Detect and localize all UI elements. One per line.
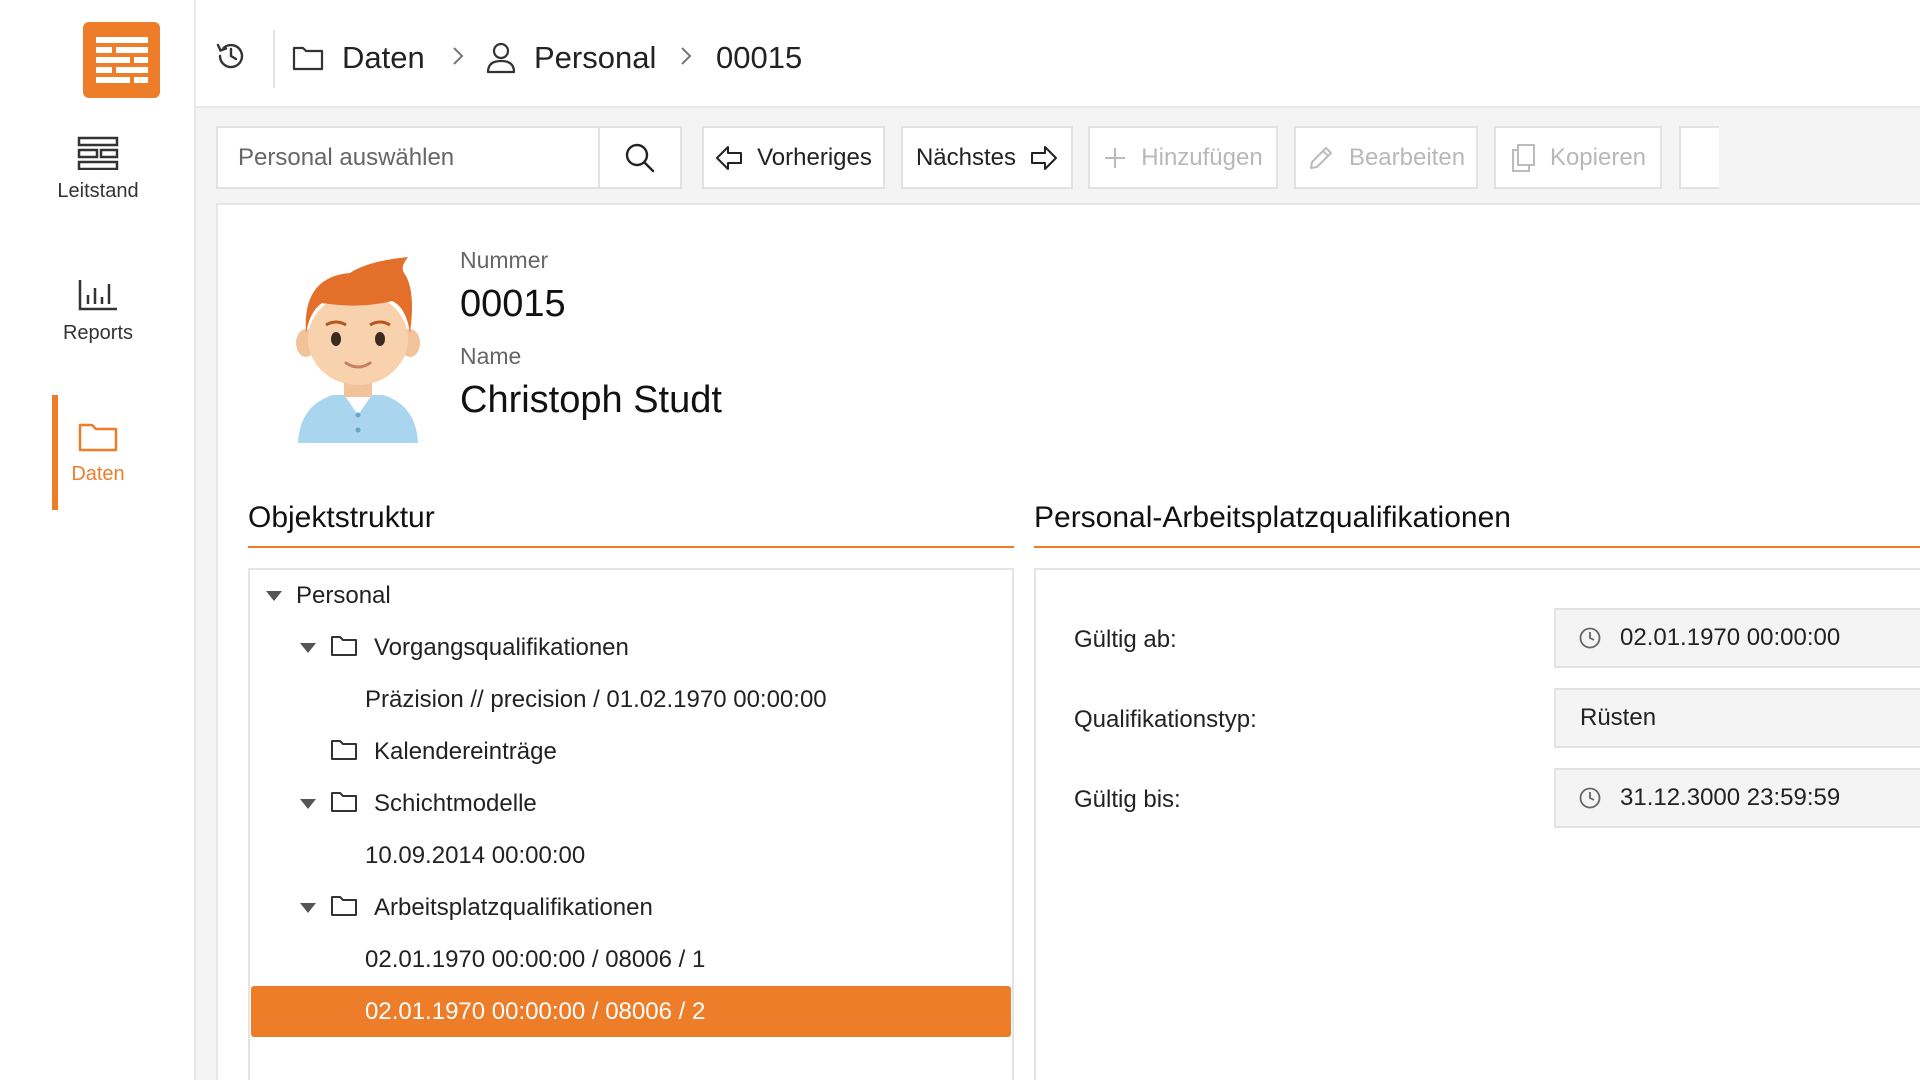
bar-chart-icon: [78, 280, 117, 311]
copy-label: Kopieren: [1549, 143, 1647, 171]
tree-node-praezision[interactable]: Präzision // precision / 01.02.1970 00:0…: [250, 674, 1012, 725]
tree-node-kalendereintraege[interactable]: Kalendereinträge: [250, 726, 1012, 777]
tree-node-label: 02.01.1970 00:00:00 / 08006 / 1: [365, 945, 706, 973]
copy-icon: [1511, 143, 1535, 172]
app-logo[interactable]: [83, 22, 160, 98]
chevron-right-icon: [453, 47, 464, 65]
folder-icon: [331, 740, 357, 760]
search-input[interactable]: [218, 128, 598, 187]
detail-panel: Gültig ab: 02.01.1970 00:00:00 Qualifika…: [1034, 568, 1920, 1080]
breadcrumb-label: Personal: [534, 40, 657, 75]
more-toolbar-button[interactable]: [1679, 126, 1719, 189]
name-value: Christoph Studt: [460, 379, 722, 421]
tree-node-label: Arbeitsplatzqualifikationen: [374, 893, 653, 921]
breadcrumb-current: 00015: [716, 38, 802, 78]
tree-node-personal[interactable]: Personal: [250, 570, 1012, 621]
name-label: Name: [460, 343, 522, 369]
clock-icon: [1579, 627, 1601, 649]
plus-icon: [1105, 147, 1126, 168]
detail-title: Personal-Arbeitsplatzqualifikationen: [1034, 501, 1511, 534]
search-icon: [625, 143, 655, 172]
tree-node-schichtmodell-entry[interactable]: 10.09.2014 00:00:00: [250, 830, 1012, 881]
caret-down-icon[interactable]: [266, 591, 282, 601]
sidebar-item-reports[interactable]: Reports: [0, 254, 196, 369]
chevron-right-icon: [681, 47, 692, 65]
tree-node-label: Vorgangsqualifikationen: [374, 633, 629, 661]
clock-icon: [1579, 787, 1601, 809]
detail-title-underline: [1034, 546, 1920, 548]
tree-node-label: 02.01.1970 00:00:00 / 08006 / 2: [365, 997, 706, 1025]
breadcrumb-label: Daten: [342, 40, 425, 75]
number-label: Nummer: [460, 247, 549, 273]
arrow-left-icon: [716, 145, 743, 170]
valid-from-label: Gültig ab:: [1074, 626, 1177, 653]
tree-node-label: Kalendereinträge: [374, 737, 557, 765]
tree-node-label: 10.09.2014 00:00:00: [365, 841, 586, 869]
valid-until-label: Gültig bis:: [1074, 786, 1181, 813]
sidebar-item-label: Daten: [71, 463, 125, 485]
tree-node-qualification-1[interactable]: 02.01.1970 00:00:00 / 08006 / 1: [250, 934, 1012, 985]
tree-node-arbeitsplatzqualifikationen[interactable]: Arbeitsplatzqualifikationen: [250, 882, 1012, 933]
tree-node-label: Personal: [296, 581, 391, 609]
previous-button[interactable]: Vorheriges: [702, 126, 885, 189]
history-button[interactable]: [211, 36, 251, 76]
header-divider: [273, 30, 275, 88]
valid-until-field[interactable]: 31.12.3000 23:59:59: [1554, 768, 1920, 828]
qualification-type-label: Qualifikationstyp:: [1074, 706, 1257, 733]
object-tree: Personal Vorgangsqualifikationen Präzisi…: [248, 568, 1014, 1080]
copy-button[interactable]: Kopieren: [1494, 126, 1662, 189]
add-button[interactable]: Hinzufügen: [1088, 126, 1278, 189]
folder-icon: [331, 792, 357, 812]
folder-icon: [78, 423, 118, 452]
person-avatar: [296, 257, 420, 443]
folder-icon: [292, 46, 324, 71]
header-bar: Daten Personal 00015: [196, 0, 1920, 108]
search-button[interactable]: [597, 128, 680, 187]
valid-from-value: 02.01.1970 00:00:00: [1620, 624, 1841, 651]
tree-title: Objektstruktur: [248, 501, 435, 534]
qualification-type-value: Rüsten: [1580, 704, 1657, 731]
user-icon: [486, 42, 516, 74]
folder-icon: [331, 636, 357, 656]
tree-node-schichtmodelle[interactable]: Schichtmodelle: [250, 778, 1012, 829]
caret-down-icon[interactable]: [300, 903, 316, 913]
search-box: [216, 126, 682, 189]
tree-node-qualification-2[interactable]: 02.01.1970 00:00:00 / 08006 / 2: [251, 986, 1011, 1037]
number-value: 00015: [460, 283, 566, 325]
record-panel: Nummer 00015 Name Christoph Studt Objekt…: [216, 203, 1920, 1080]
next-button[interactable]: Nächstes: [901, 126, 1073, 189]
next-label: Nächstes: [915, 143, 1017, 171]
folder-icon: [331, 896, 357, 916]
tree-node-label: Präzision // precision / 01.02.1970 00:0…: [365, 685, 827, 713]
caret-down-icon[interactable]: [300, 799, 316, 809]
dashboard-icon: [77, 136, 119, 170]
tree-node-label: Schichtmodelle: [374, 789, 537, 817]
sidebar: Leitstand Reports Daten: [0, 0, 196, 1080]
history-icon: [216, 43, 244, 69]
caret-down-icon[interactable]: [300, 643, 316, 653]
sidebar-item-daten[interactable]: Daten: [0, 395, 196, 510]
tree-title-underline: [248, 546, 1014, 548]
valid-until-value: 31.12.3000 23:59:59: [1620, 784, 1841, 811]
arrow-right-icon: [1031, 145, 1058, 170]
sidebar-item-label: Leitstand: [57, 180, 139, 202]
previous-label: Vorheriges: [757, 143, 872, 171]
brick-logo-icon: [95, 37, 148, 83]
valid-from-field[interactable]: 02.01.1970 00:00:00: [1554, 608, 1920, 668]
sidebar-item-leitstand[interactable]: Leitstand: [0, 112, 196, 227]
breadcrumb-personal[interactable]: Personal: [486, 38, 656, 78]
tree-node-vorgangsqualifikationen[interactable]: Vorgangsqualifikationen: [250, 622, 1012, 673]
app-window: Leitstand Reports Daten Daten Personal 0…: [0, 0, 1920, 1080]
main-area: Vorheriges Nächstes Hinzufügen: [196, 108, 1920, 1080]
edit-label: Bearbeiten: [1348, 143, 1466, 171]
sidebar-item-label: Reports: [62, 322, 134, 344]
edit-button[interactable]: Bearbeiten: [1294, 126, 1478, 189]
pencil-icon: [1309, 146, 1332, 169]
breadcrumb-daten[interactable]: Daten: [292, 38, 425, 78]
add-label: Hinzufügen: [1141, 143, 1263, 171]
breadcrumb-label: 00015: [716, 40, 803, 75]
qualification-type-field[interactable]: Rüsten: [1554, 688, 1920, 748]
